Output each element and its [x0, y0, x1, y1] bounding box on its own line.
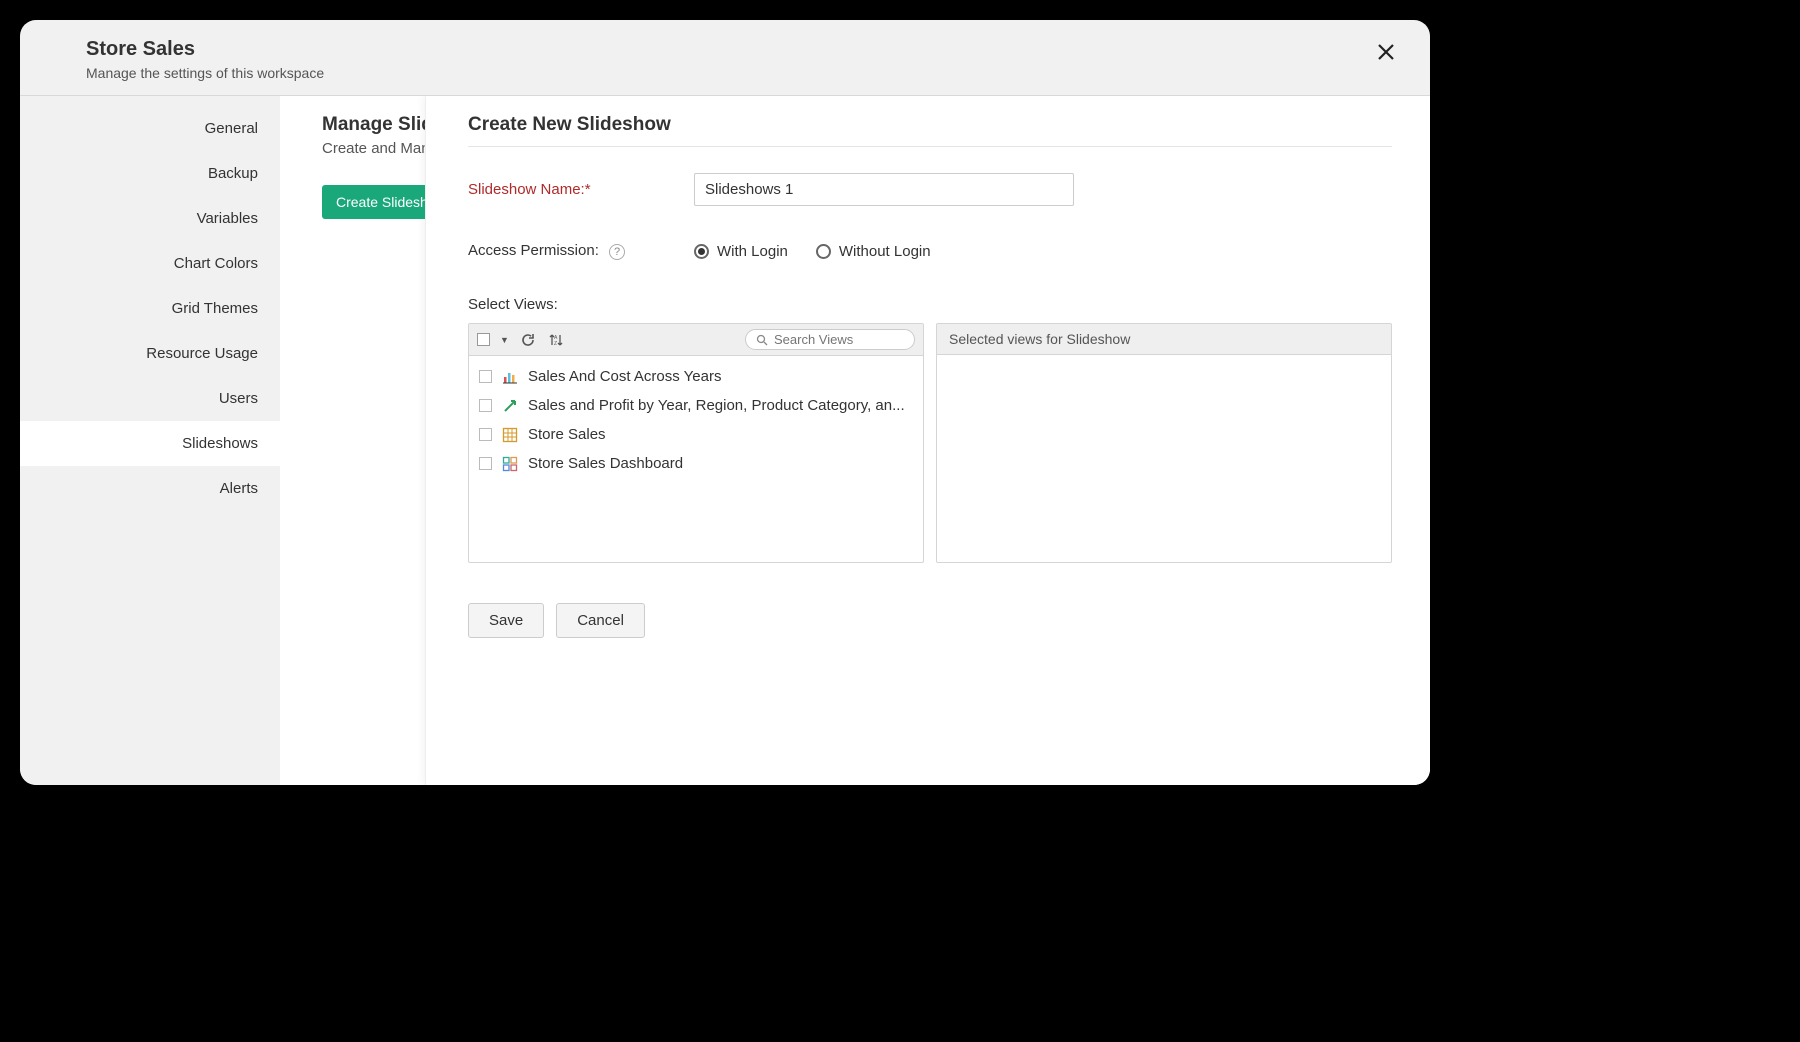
- view-item[interactable]: Store Sales: [469, 420, 923, 449]
- svg-text:Z: Z: [554, 341, 557, 347]
- radio-without-login[interactable]: Without Login: [816, 243, 931, 260]
- available-views-list: Sales And Cost Across Years Sales and Pr…: [469, 356, 923, 484]
- sidebar-item-label: Slideshows: [182, 435, 258, 452]
- sidebar-item-general[interactable]: General: [20, 106, 280, 151]
- create-slideshow-button[interactable]: Create Slideshow: [322, 185, 425, 219]
- radio-icon: [816, 244, 831, 259]
- sidebar-item-resource-usage[interactable]: Resource Usage: [20, 331, 280, 376]
- save-button[interactable]: Save: [468, 603, 544, 638]
- sidebar-item-label: Variables: [197, 210, 258, 227]
- sidebar-item-label: Grid Themes: [172, 300, 258, 317]
- chart-icon: [502, 369, 518, 385]
- sidebar-item-label: Resource Usage: [146, 345, 258, 362]
- view-checkbox[interactable]: [479, 370, 492, 383]
- sidebar-item-label: Backup: [208, 165, 258, 182]
- selected-views-list: [937, 355, 1391, 367]
- radio-label: Without Login: [839, 243, 931, 260]
- manage-title: Manage Slideshows: [322, 114, 425, 136]
- settings-dialog: Store Sales Manage the settings of this …: [20, 20, 1430, 785]
- sidebar-item-alerts[interactable]: Alerts: [20, 466, 280, 511]
- dialog-title: Store Sales: [86, 38, 324, 61]
- select-views-label: Select Views:: [468, 296, 1392, 313]
- create-slideshow-panel: Create New Slideshow Slideshow Name:* Ac…: [425, 96, 1430, 785]
- panel-title: Create New Slideshow: [468, 114, 1392, 147]
- search-icon: [756, 334, 768, 346]
- sidebar-item-slideshows[interactable]: Slideshows: [20, 421, 280, 466]
- pivot-icon: [502, 398, 518, 414]
- search-views-input[interactable]: [774, 332, 904, 347]
- manage-column: Manage Slideshows Create and Manage Slid…: [280, 96, 425, 785]
- view-name: Sales and Profit by Year, Region, Produc…: [528, 397, 905, 414]
- select-all-checkbox[interactable]: [477, 333, 490, 346]
- settings-sidebar: General Backup Variables Chart Colors Gr…: [20, 96, 280, 785]
- sidebar-item-label: Chart Colors: [174, 255, 258, 272]
- available-views-box: ▼ AZ: [468, 323, 924, 563]
- slideshow-name-input[interactable]: [694, 173, 1074, 206]
- sidebar-item-label: Users: [219, 390, 258, 407]
- view-name: Store Sales Dashboard: [528, 455, 683, 472]
- views-toolbar: ▼ AZ: [469, 324, 923, 356]
- view-name: Store Sales: [528, 426, 606, 443]
- sidebar-item-chart-colors[interactable]: Chart Colors: [20, 241, 280, 286]
- manage-subtitle: Create and Manage Slideshows: [322, 140, 425, 157]
- radio-with-login[interactable]: With Login: [694, 243, 788, 260]
- sidebar-item-grid-themes[interactable]: Grid Themes: [20, 286, 280, 331]
- sidebar-item-users[interactable]: Users: [20, 376, 280, 421]
- view-checkbox[interactable]: [479, 457, 492, 470]
- view-item[interactable]: Sales And Cost Across Years: [469, 362, 923, 391]
- refresh-icon[interactable]: [519, 331, 537, 349]
- selected-views-header: Selected views for Slideshow: [937, 324, 1391, 355]
- view-checkbox[interactable]: [479, 399, 492, 412]
- dialog-subtitle: Manage the settings of this workspace: [86, 65, 324, 81]
- sidebar-item-label: Alerts: [220, 480, 258, 497]
- search-views-wrapper: [745, 329, 915, 350]
- view-item[interactable]: Sales and Profit by Year, Region, Produc…: [469, 391, 923, 420]
- dialog-header: Store Sales Manage the settings of this …: [20, 20, 1430, 96]
- sidebar-item-label: General: [205, 120, 258, 137]
- chevron-down-icon[interactable]: ▼: [500, 335, 509, 345]
- access-permission-label: Access Permission: ?: [468, 242, 694, 260]
- slideshow-name-label: Slideshow Name:*: [468, 181, 694, 198]
- view-checkbox[interactable]: [479, 428, 492, 441]
- view-name: Sales And Cost Across Years: [528, 368, 721, 385]
- cancel-button[interactable]: Cancel: [556, 603, 645, 638]
- sidebar-item-variables[interactable]: Variables: [20, 196, 280, 241]
- sidebar-item-backup[interactable]: Backup: [20, 151, 280, 196]
- radio-icon: [694, 244, 709, 259]
- view-item[interactable]: Store Sales Dashboard: [469, 449, 923, 478]
- table-icon: [502, 427, 518, 443]
- help-icon[interactable]: ?: [609, 244, 625, 260]
- radio-label: With Login: [717, 243, 788, 260]
- close-icon[interactable]: [1368, 38, 1404, 66]
- dashboard-icon: [502, 456, 518, 472]
- selected-views-box: Selected views for Slideshow: [936, 323, 1392, 563]
- sort-icon[interactable]: AZ: [547, 331, 565, 349]
